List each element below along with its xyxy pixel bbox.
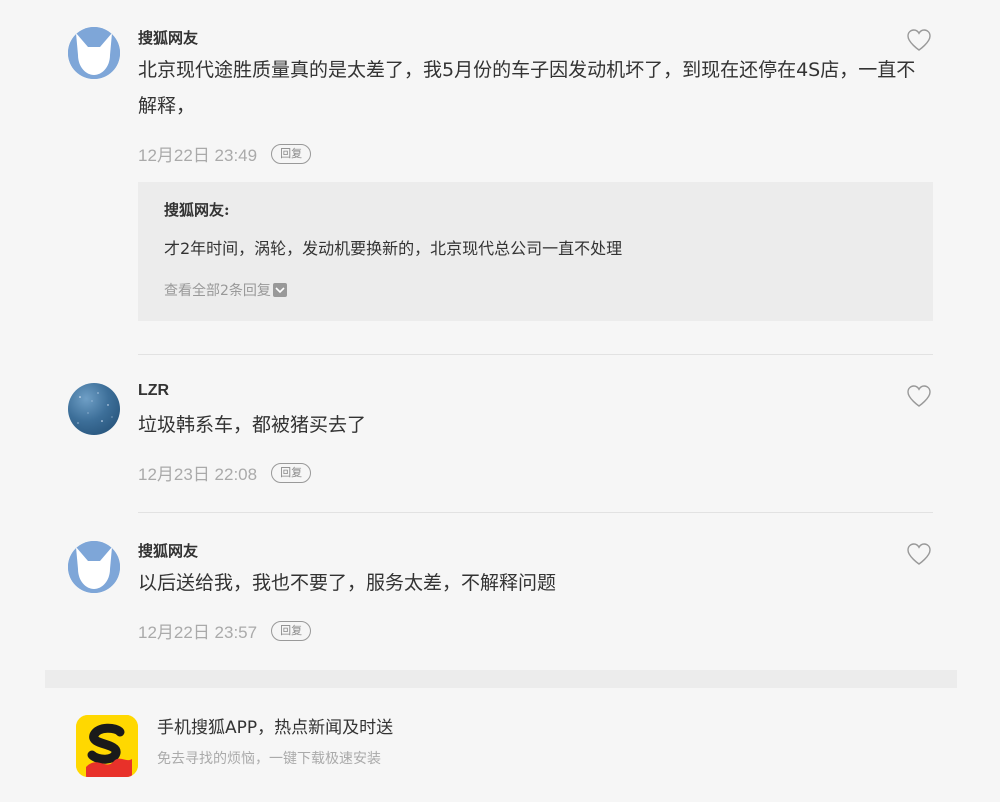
chevron-down-icon xyxy=(272,283,287,297)
avatar[interactable] xyxy=(68,383,120,435)
app-promo-title: 手机搜狐APP，热点新闻及时送 xyxy=(157,718,394,738)
comment-divider xyxy=(138,512,933,513)
comment-text: 以后送给我，我也不要了，服务太差，不解释问题 xyxy=(138,572,557,594)
comment-meta: 12月22日 23:57 回复 xyxy=(138,618,312,643)
fox-avatar-icon xyxy=(68,541,120,593)
view-all-replies-label: 查看全部2条回复 xyxy=(164,283,271,299)
quoted-author: 搜狐网友: xyxy=(164,201,230,219)
like-heart-icon[interactable] xyxy=(906,384,932,408)
sohu-app-icon[interactable] xyxy=(76,715,138,777)
fox-avatar-icon xyxy=(68,27,120,79)
comment-meta: 12月23日 22:08 回复 xyxy=(138,460,312,485)
comment-text: 北京现代途胜质量真的是太差了，我5月份的车子因发动机坏了，到现在还停在4S店，一… xyxy=(138,59,916,117)
comment-author: LZR xyxy=(138,382,170,399)
app-download-banner[interactable]: 手机搜狐APP，热点新闻及时送 免去寻找的烦恼，一键下载极速安装 xyxy=(0,688,1000,802)
section-separator xyxy=(45,670,957,688)
avatar[interactable] xyxy=(68,27,120,79)
reply-button[interactable]: 回复 xyxy=(271,620,312,641)
reply-button[interactable]: 回复 xyxy=(271,143,312,164)
view-all-replies-link[interactable]: 查看全部2条回复 xyxy=(164,280,287,300)
comment-author: 搜狐网友 xyxy=(138,542,199,560)
app-promo-subtitle: 免去寻找的烦恼，一键下载极速安装 xyxy=(157,751,381,767)
comment-time: 12月23日 22:08 xyxy=(138,465,258,484)
comment-time: 12月22日 23:57 xyxy=(138,623,258,642)
quoted-text: 才2年时间，涡轮，发动机要换新的，北京现代总公司一直不处理 xyxy=(164,239,623,258)
reply-button[interactable]: 回复 xyxy=(271,462,312,483)
comment-time: 12月22日 23:49 xyxy=(138,146,258,165)
quoted-reply: 搜狐网友: 才2年时间，涡轮，发动机要换新的，北京现代总公司一直不处理 查看全部… xyxy=(138,182,933,321)
starry-sky-avatar-icon xyxy=(77,392,113,424)
comment-meta: 12月22日 23:49 回复 xyxy=(138,141,312,166)
avatar[interactable] xyxy=(68,541,120,593)
like-heart-icon[interactable] xyxy=(906,28,932,52)
comment-author: 搜狐网友 xyxy=(138,29,199,47)
comment-divider xyxy=(138,354,933,355)
like-heart-icon[interactable] xyxy=(906,542,932,566)
comment-text: 垃圾韩系车，都被猪买去了 xyxy=(138,414,367,436)
